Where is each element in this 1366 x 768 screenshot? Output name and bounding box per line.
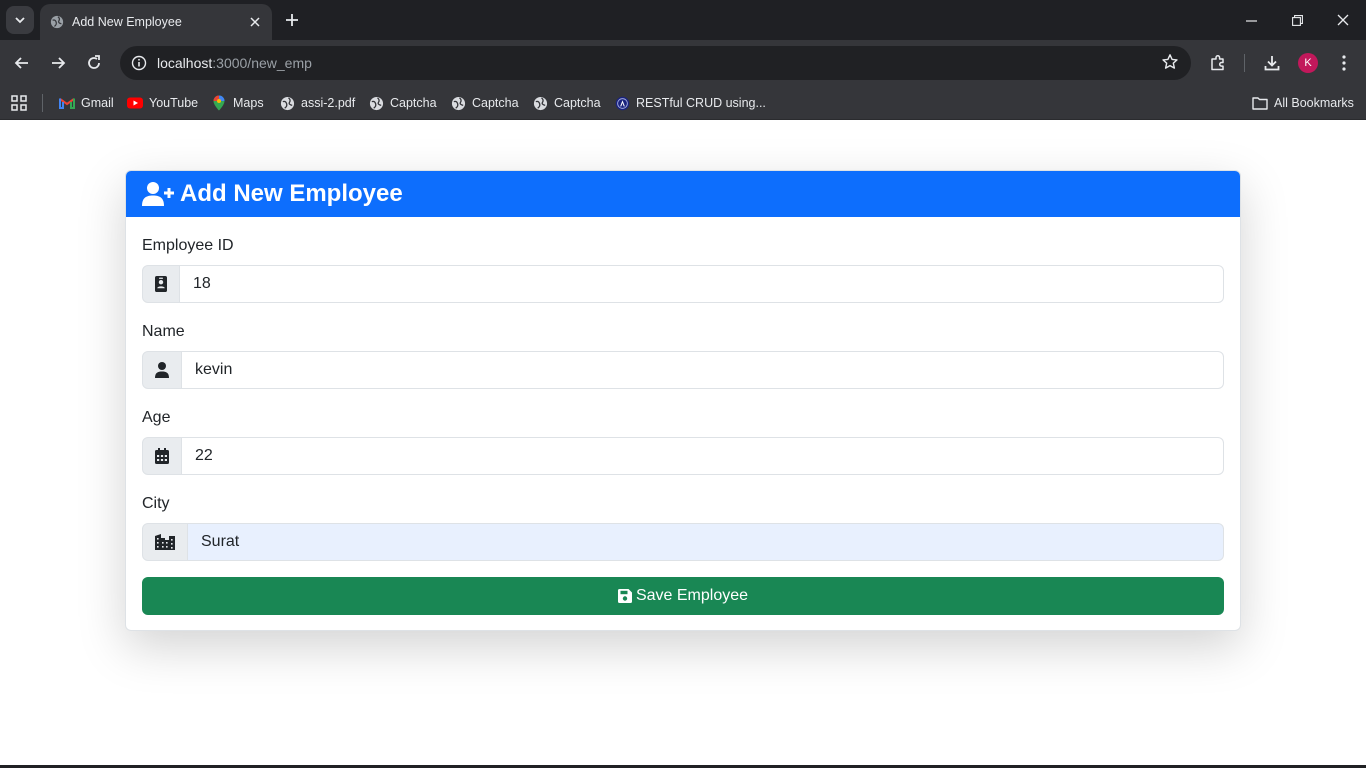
maps-pin-icon — [211, 95, 227, 111]
save-button-label: Save Employee — [635, 587, 749, 604]
calendar-icon — [142, 437, 182, 475]
profile-avatar[interactable]: K — [1298, 53, 1318, 73]
bookmarks-divider — [42, 94, 43, 112]
url-text: localhost:3000/new_emp — [157, 55, 312, 71]
extensions-button[interactable] — [1204, 49, 1232, 77]
active-tab[interactable]: Add New Employee — [40, 4, 272, 40]
close-window-button[interactable] — [1320, 0, 1366, 40]
city-input[interactable] — [188, 523, 1224, 561]
tab-close-button[interactable] — [244, 11, 266, 33]
site-info-icon[interactable] — [124, 55, 154, 71]
name-group — [142, 351, 1224, 389]
menu-button[interactable] — [1330, 49, 1358, 77]
employee-id-group — [142, 265, 1224, 303]
bookmark-youtube[interactable]: YouTube — [127, 93, 198, 113]
apps-button[interactable] — [11, 93, 27, 113]
all-bookmarks-button[interactable]: All Bookmarks — [1252, 93, 1354, 113]
forward-button[interactable] — [44, 49, 72, 77]
save-employee-button[interactable]: Save Employee — [142, 577, 1224, 615]
id-badge-icon — [142, 265, 180, 303]
bookmark-star-icon[interactable] — [1161, 53, 1179, 76]
age-input[interactable] — [182, 437, 1224, 475]
address-bar[interactable]: localhost:3000/new_emp — [120, 46, 1191, 80]
globe-icon — [50, 15, 64, 29]
close-icon — [1337, 14, 1349, 26]
employee-id-label: Employee ID — [142, 237, 234, 254]
apps-grid-icon — [11, 95, 27, 111]
download-icon — [1264, 56, 1280, 71]
gmail-icon — [59, 95, 75, 111]
bookmarks-bar: Gmail YouTube Maps assi-2.pdf Captcha Ca… — [0, 86, 1366, 120]
name-label: Name — [142, 323, 185, 340]
minimize-icon — [1245, 19, 1257, 22]
bookmark-captcha-3[interactable]: Captcha — [532, 93, 601, 113]
age-label: Age — [142, 409, 171, 426]
user-plus-icon — [142, 182, 174, 206]
youtube-icon — [127, 95, 143, 111]
tab-search-button[interactable] — [6, 6, 34, 34]
minimize-button[interactable] — [1228, 0, 1274, 40]
city-group — [142, 523, 1224, 561]
globe-icon — [450, 95, 466, 111]
arrow-right-icon — [52, 57, 66, 69]
user-icon — [142, 351, 182, 389]
card-header: Add New Employee — [126, 171, 1240, 217]
downloads-button[interactable] — [1258, 49, 1286, 77]
reload-button[interactable] — [80, 49, 108, 77]
add-employee-card: Add New Employee Employee ID Name Age — [125, 170, 1241, 631]
chevron-down-icon — [15, 17, 25, 24]
puzzle-icon — [1211, 54, 1224, 71]
browser-toolbar: localhost:3000/new_emp — [0, 40, 1366, 86]
page-title: Add New Employee — [180, 180, 403, 207]
back-button[interactable] — [8, 49, 36, 77]
tab-strip: Add New Employee — [0, 0, 1366, 40]
new-tab-button[interactable] — [280, 8, 304, 32]
close-icon — [250, 17, 260, 27]
reload-icon — [88, 55, 100, 69]
employee-id-input[interactable] — [180, 265, 1224, 303]
city-label: City — [142, 495, 170, 512]
restore-button[interactable] — [1274, 0, 1320, 40]
globe-icon — [279, 95, 295, 111]
bookmark-maps[interactable]: Maps — [211, 93, 264, 113]
bookmark-captcha-2[interactable]: Captcha — [450, 93, 519, 113]
city-icon — [142, 523, 188, 561]
toolbar-divider — [1244, 54, 1245, 72]
save-icon — [617, 589, 632, 603]
folder-icon — [1252, 95, 1268, 111]
bookmark-captcha-1[interactable]: Captcha — [368, 93, 437, 113]
arrow-left-icon — [14, 57, 28, 69]
bookmark-gmail[interactable]: Gmail — [59, 93, 114, 113]
bookmark-assi-pdf[interactable]: assi-2.pdf — [279, 93, 355, 113]
site-logo-icon — [614, 95, 630, 111]
restore-icon — [1291, 14, 1303, 26]
globe-icon — [532, 95, 548, 111]
more-vertical-icon — [1342, 55, 1346, 71]
age-group — [142, 437, 1224, 475]
bookmark-restful-crud[interactable]: RESTful CRUD using... — [614, 93, 766, 113]
name-input[interactable] — [182, 351, 1224, 389]
plus-icon — [286, 14, 298, 26]
tab-title: Add New Employee — [72, 15, 182, 29]
globe-icon — [368, 95, 384, 111]
